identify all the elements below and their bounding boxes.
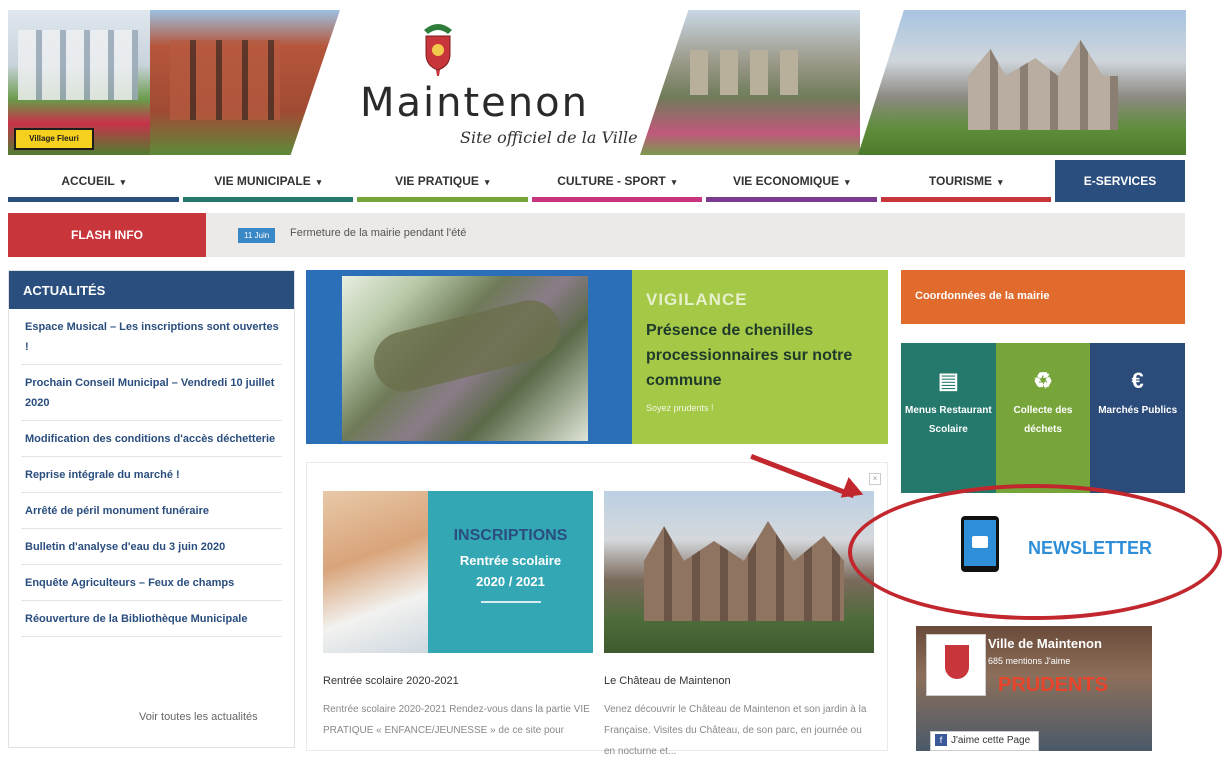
facebook-widget[interactable]: Ville de Maintenon 685 mentions J'aime P… xyxy=(916,626,1152,751)
see-all-news-link[interactable]: Voir toutes les actualités xyxy=(139,711,258,723)
news-list: Espace Musical – Les inscriptions sont o… xyxy=(9,309,294,637)
vigilance-text-panel: VIGILANCE Présence de chenilles processi… xyxy=(632,270,888,444)
card-chateau[interactable]: Le Château de Maintenon Venez découvrir … xyxy=(604,491,874,762)
inscriptions-subtitle: Rentrée scolaire xyxy=(459,553,562,568)
tile-label: Collecte des déchets xyxy=(1013,405,1073,435)
news-item[interactable]: Réouverture de la Bibliothèque Municipal… xyxy=(21,601,282,637)
main-navigation: ACCUEIL ▾ VIE MUNICIPALE ▾ VIE PRATIQUE ▾ C… xyxy=(8,160,1185,202)
header-photo-aqueduct xyxy=(640,10,860,155)
tile-menus[interactable]: ▤ Menus Restaurant Scolaire xyxy=(901,343,996,493)
inscriptions-title: INSCRIPTIONS xyxy=(453,527,568,544)
header-photo-brick-house xyxy=(150,10,340,155)
tile-marches[interactable]: € Marchés Publics xyxy=(1090,343,1186,493)
vigilance-cta[interactable]: Soyez prudents ! xyxy=(646,403,874,413)
village-fleuri-badge[interactable]: Village Fleuri xyxy=(14,128,94,150)
flash-info-text[interactable]: Fermeture de la mairie pendant l'été xyxy=(290,227,466,239)
logo-title: Maintenon xyxy=(360,80,589,126)
recycle-icon: ♻ xyxy=(1033,368,1053,393)
vigilance-banner[interactable]: VIGILANCE Présence de chenilles processi… xyxy=(306,270,888,444)
news-item[interactable]: Arrêté de péril monument funéraire xyxy=(21,493,282,529)
caterpillar-photo xyxy=(342,276,588,441)
news-item[interactable]: Enquête Agriculteurs – Feux de champs xyxy=(21,565,282,601)
nav-vie-economique[interactable]: VIE ECONOMIQUE ▾ xyxy=(706,160,877,202)
nav-vie-municipale[interactable]: VIE MUNICIPALE ▾ xyxy=(182,160,353,202)
tile-label: Menus Restaurant Scolaire xyxy=(904,405,992,435)
annotation-circle xyxy=(848,484,1222,620)
chevron-down-icon: ▾ xyxy=(844,177,850,187)
header-photo-castle xyxy=(858,10,1186,155)
news-item[interactable]: Bulletin d'analyse d'eau du 3 juin 2020 xyxy=(21,529,282,565)
nav-e-services[interactable]: E-SERVICES xyxy=(1055,160,1185,202)
chevron-down-icon: ▾ xyxy=(998,177,1003,187)
logo-subtitle: Site officiel de la Ville xyxy=(460,128,638,147)
flash-info-bar: FLASH INFO 11 Juin Fermeture de la mairi… xyxy=(8,213,1185,257)
featured-cards: × INSCRIPTIONS Rentrée scolaire 2020 / 2… xyxy=(306,462,888,757)
nav-tourisme[interactable]: TOURISME ▾ xyxy=(880,160,1051,202)
coat-of-arms-icon xyxy=(424,24,452,76)
vigilance-title: Présence de chenilles processionnaires s… xyxy=(646,322,853,389)
nav-vie-pratique[interactable]: VIE PRATIQUE ▾ xyxy=(357,160,528,202)
site-header: Village Fleuri Maintenon Site officiel d… xyxy=(0,0,1223,160)
euro-icon: € xyxy=(1131,368,1144,393)
menu-card-icon: ▤ xyxy=(937,368,959,393)
card-image xyxy=(604,491,874,653)
news-panel: ACTUALITÉS Espace Musical – Les inscript… xyxy=(8,270,295,748)
news-item[interactable]: Reprise intégrale du marché ! xyxy=(21,457,282,493)
card-excerpt: Rentrée scolaire 2020-2021 Rendez-vous d… xyxy=(323,704,590,736)
card-image: INSCRIPTIONS Rentrée scolaire 2020 / 202… xyxy=(323,491,593,653)
news-item[interactable]: Prochain Conseil Municipal – Vendredi 10… xyxy=(21,365,282,421)
facebook-like-button[interactable]: f J'aime cette Page xyxy=(930,731,1040,751)
chevron-down-icon: ▾ xyxy=(120,177,126,187)
tile-label: Marchés Publics xyxy=(1098,405,1178,416)
facebook-page-name[interactable]: Ville de Maintenon xyxy=(988,636,1102,651)
facebook-likes-count: 685 mentions J'aime xyxy=(988,656,1071,666)
close-icon[interactable]: × xyxy=(869,473,881,485)
news-item[interactable]: Modification des conditions d'accès déch… xyxy=(21,421,282,457)
site-logo[interactable]: Maintenon Site officiel de la Ville xyxy=(330,10,650,155)
vigilance-kicker: VIGILANCE xyxy=(646,290,748,309)
flash-info-button[interactable]: FLASH INFO xyxy=(8,213,206,257)
flash-date-badge: 11 Juin xyxy=(238,228,276,243)
inscriptions-year: 2020 / 2021 xyxy=(476,574,545,589)
facebook-cover-text: PRUDENTS xyxy=(998,674,1109,696)
nav-accueil[interactable]: ACCUEIL ▾ xyxy=(8,160,179,202)
card-rentree-scolaire[interactable]: INSCRIPTIONS Rentrée scolaire 2020 / 202… xyxy=(323,491,593,741)
card-title[interactable]: Rentrée scolaire 2020-2021 xyxy=(323,675,593,687)
quick-links: ▤ Menus Restaurant Scolaire ♻ Collecte d… xyxy=(901,343,1186,493)
facebook-icon: f xyxy=(935,734,947,747)
news-item[interactable]: Espace Musical – Les inscriptions sont o… xyxy=(21,309,282,365)
facebook-page-avatar xyxy=(926,634,986,696)
nav-culture-sport[interactable]: CULTURE - SPORT ▾ xyxy=(531,160,702,202)
town-hall-contact-button[interactable]: Coordonnées de la mairie xyxy=(901,270,1185,324)
card-title[interactable]: Le Château de Maintenon xyxy=(604,675,874,687)
tile-collecte[interactable]: ♻ Collecte des déchets xyxy=(995,343,1091,493)
chevron-down-icon: ▾ xyxy=(316,177,322,187)
chevron-down-icon: ▾ xyxy=(484,177,490,187)
chevron-down-icon: ▾ xyxy=(671,177,677,187)
card-excerpt: Venez découvrir le Château de Maintenon … xyxy=(604,704,867,757)
news-panel-title: ACTUALITÉS xyxy=(9,271,294,309)
